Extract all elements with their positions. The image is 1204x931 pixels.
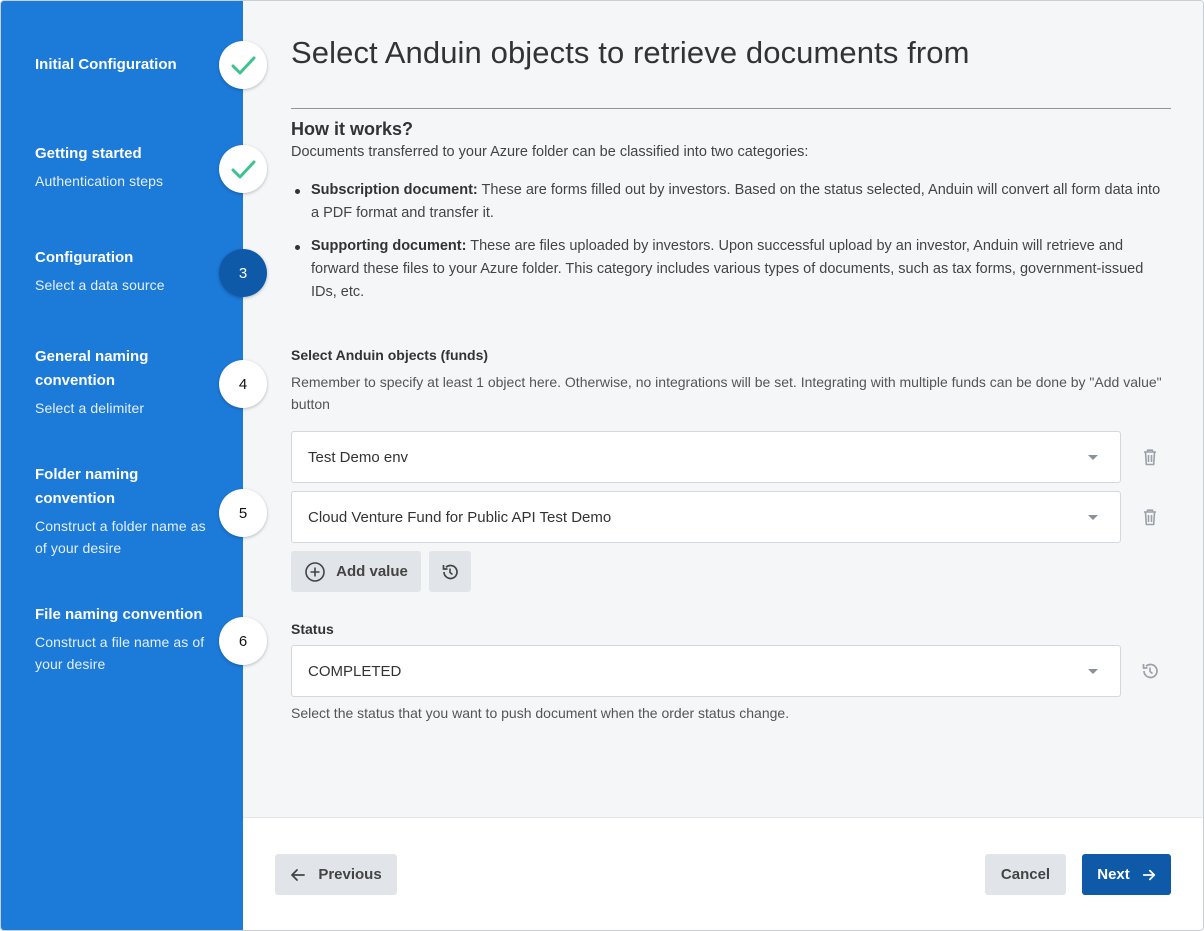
- page-title: Select Anduin objects to retrieve docume…: [291, 35, 970, 70]
- fund-select-value: Cloud Venture Fund for Public API Test D…: [308, 508, 612, 526]
- step-title: Initial Configuration: [35, 56, 177, 73]
- step-complete-check-icon: [219, 145, 267, 193]
- list-item: Supporting document: These are files upl…: [291, 235, 1171, 304]
- wizard-footer: Previous Cancel Next: [243, 817, 1203, 930]
- step-subtitle: Select a data source: [35, 277, 165, 293]
- wizard-window: Initial Configuration Getting started Au…: [0, 0, 1204, 931]
- trash-icon[interactable]: [1134, 441, 1166, 473]
- trash-icon[interactable]: [1134, 501, 1166, 533]
- step-subtitle: Authentication steps: [35, 173, 164, 189]
- previous-button[interactable]: Previous: [275, 854, 397, 895]
- step-subtitle: Construct a folder name as of your desir…: [35, 518, 206, 556]
- next-button[interactable]: Next: [1082, 854, 1171, 895]
- step-subtitle: Select a delimiter: [35, 400, 145, 416]
- step-title: Getting started: [35, 145, 142, 162]
- steps-sidebar: Initial Configuration Getting started Au…: [1, 1, 243, 930]
- bullet-term: Supporting document:: [311, 238, 467, 254]
- list-item: Subscription document: These are forms f…: [291, 179, 1171, 225]
- objects-label: Select Anduin objects (funds): [291, 347, 489, 363]
- step-configuration[interactable]: Configuration Select a data source: [35, 246, 225, 296]
- status-label: Status: [291, 621, 334, 637]
- step-title: File naming convention: [35, 606, 203, 623]
- step-title: General naming convention: [35, 348, 149, 389]
- step-title: Folder naming convention: [35, 466, 139, 507]
- category-list: Subscription document: These are forms f…: [291, 179, 1171, 314]
- step-number-badge: 6: [219, 617, 267, 665]
- status-helper-text: Select the status that you want to push …: [291, 705, 790, 721]
- step-complete-check-icon: [219, 41, 267, 89]
- fund-select-1[interactable]: Test Demo env: [291, 431, 1121, 483]
- step-folder-naming[interactable]: Folder naming convention Construct a fol…: [35, 463, 215, 559]
- step-title: Configuration: [35, 249, 134, 266]
- step-file-naming[interactable]: File naming convention Construct a file …: [35, 603, 215, 675]
- main-content: Select Anduin objects to retrieve docume…: [243, 1, 1203, 817]
- reset-objects-button[interactable]: [429, 551, 471, 592]
- fund-select-value: Test Demo env: [308, 448, 409, 466]
- bullet-term: Subscription document:: [311, 182, 478, 198]
- step-initial-configuration[interactable]: Initial Configuration: [35, 53, 225, 77]
- cancel-label: Cancel: [1000, 866, 1051, 883]
- chevron-down-icon: [1088, 669, 1098, 674]
- status-select-value: COMPLETED: [308, 662, 402, 680]
- step-number-badge-current: 3: [219, 249, 267, 297]
- step-number-badge: 4: [219, 360, 267, 408]
- chevron-down-icon: [1088, 455, 1098, 460]
- add-value-button[interactable]: Add value: [291, 551, 421, 592]
- how-it-works-title: How it works?: [291, 119, 414, 139]
- divider: [291, 108, 1171, 109]
- add-value-label: Add value: [336, 563, 408, 580]
- history-icon: [442, 564, 458, 579]
- step-subtitle: Construct a file name as of your desire: [35, 634, 205, 672]
- plus-circle-icon: [305, 561, 325, 582]
- cancel-button[interactable]: Cancel: [985, 854, 1066, 895]
- objects-helper-text: Remember to specify at least 1 object he…: [291, 374, 1162, 412]
- fund-select-2[interactable]: Cloud Venture Fund for Public API Test D…: [291, 491, 1121, 543]
- chevron-down-icon: [1088, 515, 1098, 520]
- history-icon[interactable]: [1134, 655, 1166, 687]
- step-getting-started[interactable]: Getting started Authentication steps: [35, 142, 225, 192]
- arrow-right-icon: [1142, 869, 1155, 880]
- next-label: Next: [1097, 866, 1130, 883]
- arrow-left-icon: [291, 868, 306, 881]
- previous-label: Previous: [318, 866, 382, 883]
- step-general-naming[interactable]: General naming convention Select a delim…: [35, 345, 195, 419]
- how-it-works-intro: Documents transferred to your Azure fold…: [291, 144, 809, 160]
- status-select[interactable]: COMPLETED: [291, 645, 1121, 697]
- step-number-badge: 5: [219, 489, 267, 537]
